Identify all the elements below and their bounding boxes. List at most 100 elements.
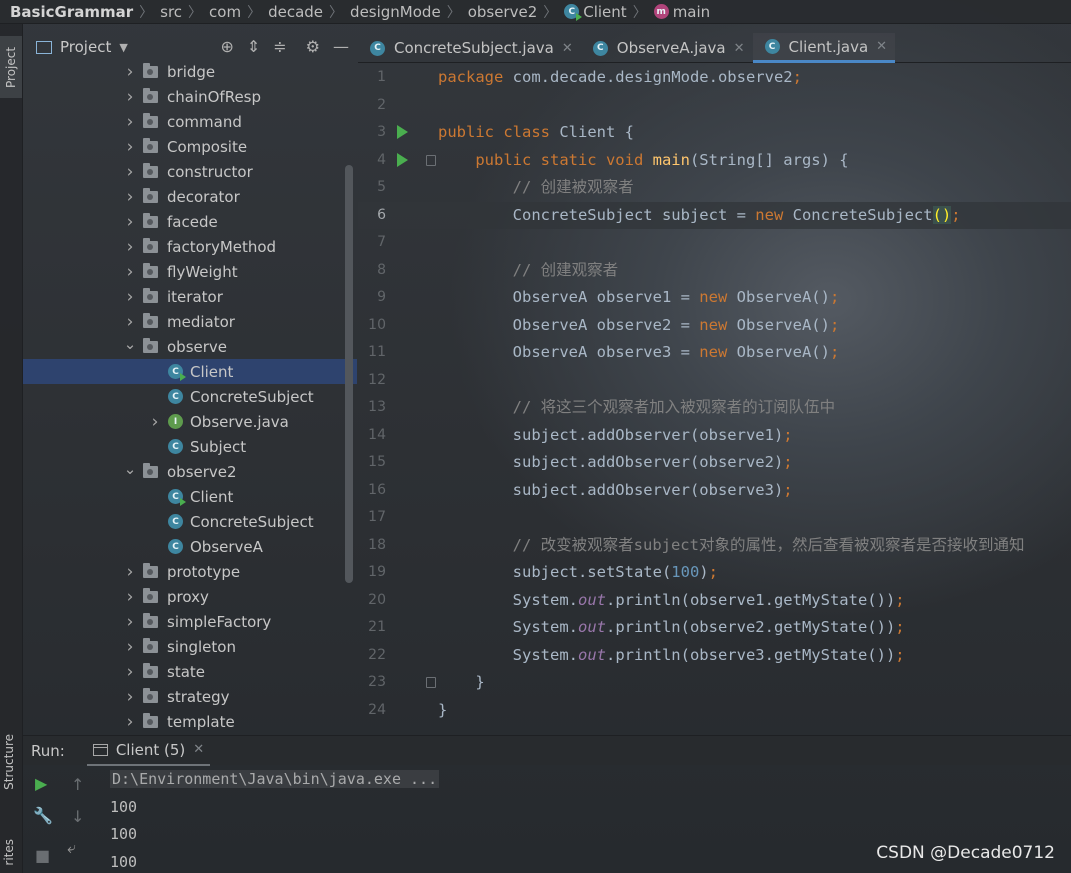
tool-tab-structure[interactable]: Structure bbox=[2, 734, 16, 790]
wrench-icon[interactable]: 🔧 bbox=[33, 806, 53, 825]
tree-file[interactable]: › I Observe.java bbox=[23, 409, 357, 434]
tree-folder[interactable]: › constructor bbox=[23, 159, 357, 184]
editor-tab[interactable]: C ConcreteSubject.java ✕ bbox=[358, 33, 581, 63]
chevron-right-icon[interactable]: › bbox=[123, 637, 137, 657]
crumb-com[interactable]: com bbox=[209, 0, 241, 24]
editor-tab[interactable]: C ObserveA.java ✕ bbox=[581, 33, 753, 63]
tree-folder[interactable]: › simpleFactory bbox=[23, 609, 357, 634]
stop-icon[interactable]: ■ bbox=[35, 846, 50, 865]
crumb-observe2[interactable]: observe2 bbox=[468, 0, 538, 24]
tree-folder[interactable]: › bridge bbox=[23, 59, 357, 84]
close-icon[interactable]: ✕ bbox=[734, 41, 745, 56]
expand-all-icon[interactable]: ⇕ bbox=[247, 37, 260, 56]
fold-marker-icon[interactable] bbox=[426, 154, 436, 166]
crumb-decade[interactable]: decade bbox=[268, 0, 323, 24]
code-token: subject.setState( bbox=[438, 563, 672, 581]
tree-file[interactable]: C Subject bbox=[23, 434, 357, 459]
chevron-right-icon[interactable]: › bbox=[123, 612, 137, 632]
chevron-down-icon[interactable]: ⌄ bbox=[123, 335, 137, 353]
close-icon[interactable]: ✕ bbox=[562, 41, 573, 56]
chevron-right-icon[interactable]: › bbox=[123, 262, 137, 282]
tree-folder[interactable]: › singleton bbox=[23, 634, 357, 659]
tree-file[interactable]: C ConcreteSubject bbox=[23, 384, 357, 409]
chevron-right-icon[interactable]: › bbox=[123, 312, 137, 332]
hide-panel-icon[interactable]: — bbox=[333, 37, 349, 56]
fold-marker-icon[interactable] bbox=[426, 677, 436, 688]
chevron-right-icon[interactable]: › bbox=[123, 87, 137, 107]
editor-tab-label: Client.java bbox=[788, 37, 869, 56]
close-icon[interactable]: ✕ bbox=[876, 39, 887, 54]
tree-folder[interactable]: › facede bbox=[23, 209, 357, 234]
tree-file[interactable]: C Client bbox=[23, 484, 357, 509]
project-view-selector[interactable]: Project bbox=[60, 38, 111, 56]
soft-wrap-icon[interactable]: ⤶ bbox=[67, 838, 76, 858]
chevron-right-icon[interactable]: › bbox=[123, 162, 137, 182]
code-editor[interactable]: package com.decade.designMode.observe2; p… bbox=[438, 64, 1071, 734]
code-line: subject.addObserver(observe2); bbox=[438, 449, 793, 476]
chevron-right-icon[interactable]: › bbox=[123, 187, 137, 207]
chevron-right-icon[interactable]: › bbox=[123, 587, 137, 607]
crumb-src[interactable]: src bbox=[160, 0, 182, 24]
tree-folder[interactable]: › proxy bbox=[23, 584, 357, 609]
arrow-up-icon[interactable]: ↑ bbox=[71, 775, 84, 794]
collapse-all-icon[interactable]: ≑ bbox=[273, 37, 286, 56]
tree-folder[interactable]: › factoryMethod bbox=[23, 234, 357, 259]
tree-folder[interactable]: › flyWeight bbox=[23, 259, 357, 284]
code-token: } bbox=[438, 700, 448, 719]
code-token: new bbox=[699, 315, 737, 334]
tree-folder[interactable]: ⌄ observe2 bbox=[23, 459, 357, 484]
close-icon[interactable]: ✕ bbox=[193, 742, 204, 757]
chevron-right-icon[interactable]: › bbox=[123, 662, 137, 682]
chevron-right-icon[interactable]: › bbox=[123, 112, 137, 132]
chevron-right-icon[interactable]: › bbox=[148, 412, 162, 432]
package-folder-icon bbox=[143, 212, 158, 228]
code-token: new bbox=[699, 343, 737, 361]
tool-tab-project[interactable]: Project bbox=[0, 36, 22, 98]
class-icon: C bbox=[168, 514, 183, 529]
crumb-designmode[interactable]: designMode bbox=[350, 0, 441, 24]
arrow-down-icon[interactable]: ↓ bbox=[71, 807, 84, 826]
locate-file-icon[interactable]: ⊕ bbox=[220, 37, 233, 56]
editor-tab[interactable]: C Client.java ✕ bbox=[752, 33, 896, 63]
tool-tab-favorites[interactable]: rites bbox=[2, 839, 16, 866]
gear-icon[interactable]: ⚙ bbox=[306, 37, 320, 56]
chevron-down-icon[interactable]: ▼ bbox=[119, 41, 127, 54]
run-method-icon[interactable] bbox=[397, 152, 408, 167]
crumb-class[interactable]: C Client bbox=[564, 0, 627, 24]
tree-folder[interactable]: › mediator bbox=[23, 309, 357, 334]
rerun-icon[interactable]: ▶ bbox=[35, 774, 47, 793]
chevron-right-icon[interactable]: › bbox=[123, 287, 137, 307]
line-number: 24 bbox=[368, 701, 386, 718]
tree-folder[interactable]: › template bbox=[23, 709, 357, 734]
chevron-right-icon[interactable]: › bbox=[123, 562, 137, 582]
tree-folder[interactable]: › state bbox=[23, 659, 357, 684]
chevron-right-icon[interactable]: › bbox=[123, 212, 137, 232]
run-tab-client[interactable]: Client (5) ✕ bbox=[86, 736, 211, 766]
chevron-right-icon[interactable]: › bbox=[123, 62, 137, 82]
chevron-right-icon[interactable]: › bbox=[123, 237, 137, 257]
tree-file[interactable]: C ConcreteSubject bbox=[23, 509, 357, 534]
run-class-icon[interactable] bbox=[397, 125, 408, 139]
tree-file[interactable]: C Client bbox=[23, 359, 357, 384]
tree-folder[interactable]: › Composite bbox=[23, 134, 357, 159]
tree-folder[interactable]: ⌄ observe bbox=[23, 334, 357, 359]
crumb-separator: 〉 bbox=[188, 4, 203, 21]
package-folder-icon bbox=[143, 162, 158, 178]
tree-folder[interactable]: › strategy bbox=[23, 684, 357, 709]
tree-file[interactable]: C ObserveA bbox=[23, 534, 357, 559]
tree-folder[interactable]: › chainOfResp bbox=[23, 84, 357, 109]
chevron-right-icon[interactable]: › bbox=[123, 137, 137, 157]
package-folder-icon bbox=[143, 137, 158, 153]
tree-folder[interactable]: › iterator bbox=[23, 284, 357, 309]
project-scrollbar[interactable] bbox=[345, 165, 353, 583]
crumb-project[interactable]: BasicGrammar bbox=[10, 0, 133, 24]
crumb-method[interactable]: m main bbox=[653, 0, 710, 24]
tree-folder[interactable]: › decorator bbox=[23, 184, 357, 209]
tree-folder[interactable]: › command bbox=[23, 109, 357, 134]
chevron-right-icon[interactable]: › bbox=[123, 687, 137, 707]
chevron-right-icon[interactable]: › bbox=[123, 712, 137, 732]
chevron-down-icon[interactable]: ⌄ bbox=[123, 460, 137, 478]
line-number: 12 bbox=[368, 371, 386, 388]
tree-folder[interactable]: › prototype bbox=[23, 559, 357, 584]
